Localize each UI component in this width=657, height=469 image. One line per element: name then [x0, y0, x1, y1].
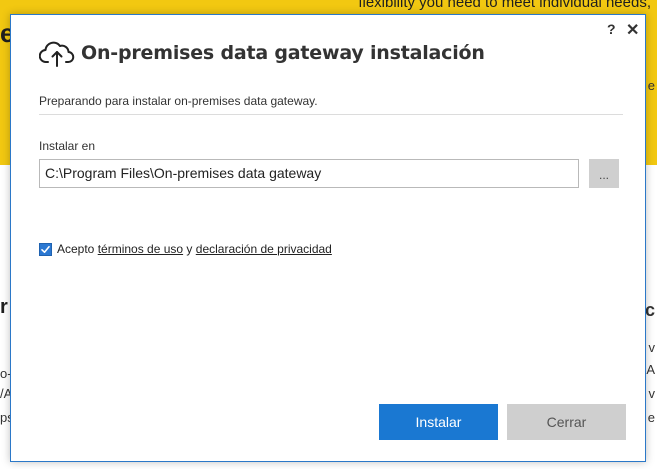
background-text-fragment: c — [644, 300, 655, 320]
privacy-statement-link[interactable]: declaración de privacidad — [196, 242, 332, 256]
browse-button[interactable]: ... — [589, 159, 619, 188]
background-text-fragment: v — [648, 386, 656, 401]
install-button[interactable]: Instalar — [379, 404, 498, 440]
terms-prefix-text: Acepto — [57, 242, 98, 256]
dialog-title: On-premises data gateway instalación — [81, 42, 485, 64]
checkmark-icon — [41, 245, 50, 253]
status-text: Preparando para instalar on-premises dat… — [39, 94, 318, 108]
help-button[interactable]: ? — [607, 21, 616, 37]
dialog-header: On-premises data gateway instalación — [38, 37, 485, 69]
divider — [39, 114, 623, 115]
cloud-upload-icon — [38, 37, 75, 69]
installer-dialog: ? ✕ On-premises data gateway instalación… — [10, 14, 646, 462]
terms-of-use-link[interactable]: términos de uso — [98, 242, 183, 256]
background-banner-text: flexibility you need to meet individual … — [358, 0, 651, 11]
install-path-input[interactable]: C:\Program Files\On-premises data gatewa… — [39, 159, 579, 188]
background-text-fragment: e — [647, 78, 655, 93]
terms-row: Acepto términos de uso y declaración de … — [39, 242, 332, 256]
background-text-fragment: e — [647, 410, 655, 425]
install-location-label: Instalar en — [39, 139, 96, 153]
background-text-fragment: A — [646, 362, 655, 377]
background-text-fragment: v — [648, 340, 656, 355]
background-heading-fragment: r — [0, 296, 8, 318]
cancel-button[interactable]: Cerrar — [507, 404, 626, 440]
terms-conjunction-text: y — [183, 242, 196, 256]
close-button[interactable]: ✕ — [626, 20, 639, 40]
terms-checkbox[interactable] — [39, 242, 52, 256]
